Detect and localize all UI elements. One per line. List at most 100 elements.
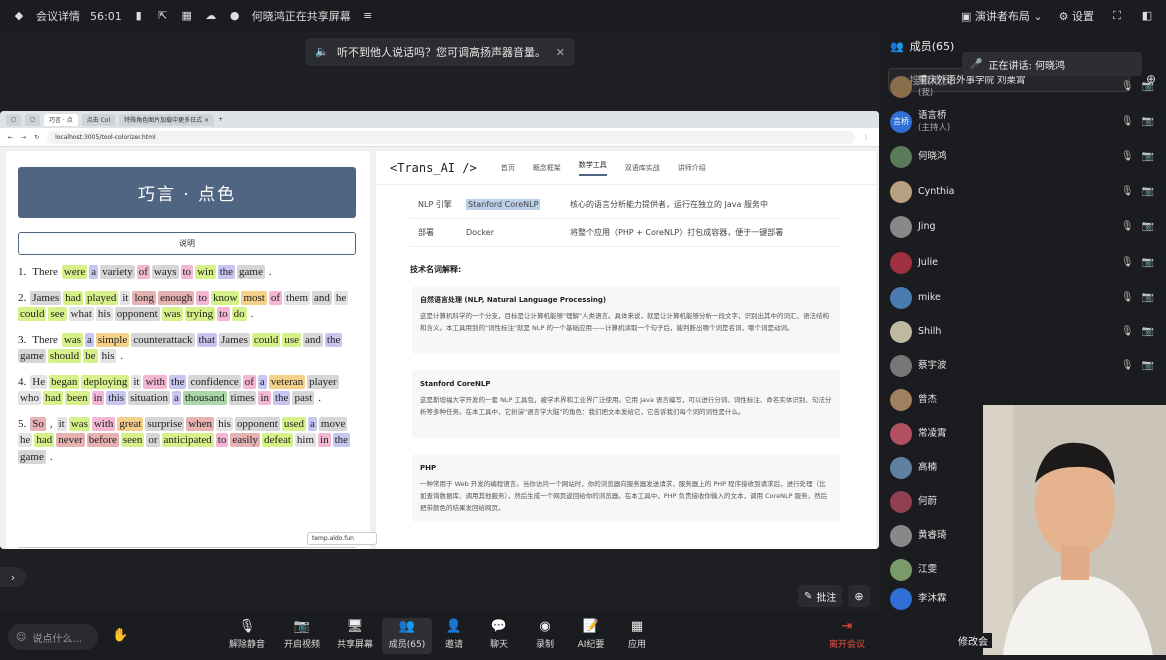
close-icon[interactable]: ✕ bbox=[556, 46, 565, 59]
member-info: Jing bbox=[918, 221, 936, 232]
member-row[interactable]: 蔡宇波 🎙 📷 bbox=[880, 349, 1166, 382]
camera-off-icon: 📷 bbox=[1141, 116, 1154, 127]
member-row[interactable]: Julie 🎙 📷 bbox=[880, 246, 1166, 279]
start-video-button[interactable]: 📷 开启视频 bbox=[277, 618, 327, 651]
member-row[interactable]: Shilh 🎙 📷 bbox=[880, 315, 1166, 348]
annotate-button[interactable]: ✎ 批注 bbox=[798, 585, 843, 607]
avatar bbox=[890, 75, 912, 98]
pos-token: could bbox=[18, 307, 47, 321]
table-row: NLP 引擎 Stanford CoreNLP 核心的语言分析能力提供者，运行在… bbox=[410, 191, 840, 219]
layout-button[interactable]: ▣ 演讲者布局 ⌄ bbox=[961, 8, 1043, 24]
pos-token: times bbox=[228, 391, 257, 405]
card-body: 这是斯坦福大学开发的一套 NLP 工具包，被学术界和工业界广泛使用。它用 Jav… bbox=[420, 396, 832, 416]
avatar bbox=[890, 490, 912, 513]
translate-icon[interactable]: ⋮ bbox=[863, 134, 869, 141]
browser-tab-active[interactable]: 巧言 · 点 bbox=[43, 113, 78, 126]
members-button[interactable]: 👥 成员(65) bbox=[382, 618, 432, 654]
unmute-button[interactable]: 🎙 解除静音 bbox=[222, 618, 272, 651]
nav-home[interactable]: 首页 bbox=[501, 163, 515, 173]
card-title: PHP bbox=[420, 464, 437, 472]
pos-token: to bbox=[217, 307, 230, 321]
raise-hand-icon[interactable]: ✋ bbox=[112, 628, 128, 643]
browser-tab[interactable]: ◻ bbox=[6, 113, 21, 126]
table-cell: Stanford CoreNLP bbox=[466, 199, 570, 210]
member-name: Cynthia bbox=[918, 186, 955, 197]
grid-icon[interactable]: ▦ bbox=[180, 9, 194, 23]
sentence: 3. There was a simple counterattack that James c… bbox=[18, 332, 358, 365]
sentence-number: 4. bbox=[18, 375, 27, 388]
member-info: 李沐霖 bbox=[918, 593, 947, 604]
leave-meeting-button[interactable]: ⇥ 离开会议 bbox=[822, 618, 872, 651]
expand-icon[interactable]: › bbox=[0, 567, 26, 587]
signal-icon[interactable]: ▮ bbox=[132, 9, 146, 23]
pos-token: his bbox=[216, 416, 233, 431]
back-icon[interactable]: ← bbox=[8, 134, 13, 141]
member-role: (主持人) bbox=[918, 123, 951, 133]
ai-notes-button[interactable]: 📝 AI纪要 bbox=[566, 618, 616, 651]
sentence-number: 5. bbox=[18, 417, 27, 430]
toolbar-label: 录制 bbox=[535, 640, 554, 650]
toolbar-label: 共享屏幕 bbox=[336, 640, 373, 650]
member-row[interactable]: Cynthia 🎙 📷 bbox=[880, 175, 1166, 208]
url-input[interactable]: localhost:3005/tool-colorizer.html bbox=[47, 130, 855, 144]
settings-label: 设置 bbox=[1072, 10, 1094, 23]
record-button[interactable]: ◉ 录制 bbox=[520, 618, 570, 651]
member-info: 语言桥 (主持人) bbox=[918, 110, 950, 133]
emoji-icon: ☺ bbox=[16, 631, 27, 643]
share-screen-button[interactable]: 🖥 共享屏幕 bbox=[330, 618, 380, 651]
toolbar-label: 应用 bbox=[627, 640, 646, 650]
pos-token: in bbox=[91, 391, 105, 405]
glossary-heading: 技术名词解释: bbox=[410, 265, 462, 274]
sidebar-toggle-icon[interactable]: ◧ bbox=[1140, 9, 1154, 23]
fullscreen-icon[interactable]: ⛶ bbox=[1110, 9, 1124, 23]
sentence-number: 1. bbox=[18, 266, 27, 278]
nav-tools[interactable]: 数学工具 bbox=[578, 160, 607, 176]
pos-token: , bbox=[49, 417, 53, 430]
camera-off-icon: 📷 bbox=[1141, 221, 1154, 232]
forward-icon[interactable]: → bbox=[21, 134, 26, 141]
member-info: 曾杰 bbox=[918, 394, 937, 405]
highlighted-text: Stanford CoreNLP bbox=[466, 199, 541, 210]
member-info: Shilh bbox=[918, 326, 941, 337]
member-row[interactable]: 言桥 语言桥 (主持人) 🎙 📷 bbox=[880, 105, 1166, 138]
avatar bbox=[890, 251, 912, 274]
glossary-card: Stanford CoreNLP 这是斯坦福大学开发的一套 NLP 工具包，被学… bbox=[412, 370, 840, 438]
settings-button[interactable]: ⚙ 设置 bbox=[1059, 8, 1094, 24]
shared-screen: ◻ ◻ 巧言 · 点 点击 Col 特殊角色图片加载中更多日式 × + ← → … bbox=[0, 111, 879, 549]
reload-icon[interactable]: ↻ bbox=[34, 134, 39, 141]
browser-tab[interactable]: 点击 Col bbox=[81, 113, 116, 126]
table-cell: 核心的语言分析能力提供者，运行在独立的 Java 服务中 bbox=[570, 200, 768, 209]
browser-tab[interactable]: ◻ bbox=[24, 113, 40, 126]
share-link-icon[interactable]: ⇱ bbox=[156, 9, 170, 23]
pos-token: deploying bbox=[81, 374, 130, 389]
sharing-menu-icon[interactable]: ≡ bbox=[361, 9, 375, 23]
chat-button[interactable]: 💬 聊天 bbox=[474, 618, 524, 651]
meeting-info-button[interactable]: 会议详情 bbox=[36, 8, 80, 24]
pos-token: to bbox=[215, 433, 229, 447]
pos-token: surprise bbox=[145, 416, 185, 431]
sentence-number: 2. bbox=[18, 291, 27, 304]
self-video[interactable] bbox=[983, 405, 1166, 655]
explain-button[interactable]: 说明 bbox=[18, 232, 356, 255]
share-screen-icon: 🖥 bbox=[346, 618, 364, 634]
pos-token: the bbox=[169, 374, 187, 389]
docs-nav: <Trans_AI /> 首页 概念框架 数学工具 双语库实战 讲师介绍 bbox=[376, 151, 876, 185]
ai-notes-icon: 📝 bbox=[582, 618, 600, 634]
member-row[interactable]: 何晓鸿 🎙 📷 bbox=[880, 140, 1166, 173]
browser-tab[interactable]: 特殊角色图片加载中更多日式 × bbox=[119, 113, 215, 126]
nav-framework[interactable]: 概念框架 bbox=[533, 163, 561, 173]
member-row[interactable]: Jing 🎙 📷 bbox=[880, 210, 1166, 243]
cloud-icon[interactable]: ☁ bbox=[204, 9, 218, 23]
member-info: 高楠 bbox=[918, 462, 937, 473]
invite-icon: 👤 bbox=[445, 618, 463, 634]
nav-corpus[interactable]: 双语库实战 bbox=[625, 163, 660, 173]
sentence-list: 1. There were a variety of ways to win the game. 2.… bbox=[18, 264, 358, 474]
member-row[interactable]: mike 🎙 📷 bbox=[880, 281, 1166, 314]
zoom-icon[interactable]: ⊕ bbox=[848, 585, 870, 607]
nav-lecturers[interactable]: 讲师介绍 bbox=[678, 163, 706, 173]
invite-button[interactable]: 👤 邀请 bbox=[429, 618, 479, 651]
new-tab-icon[interactable]: + bbox=[218, 116, 223, 123]
apps-button[interactable]: ▦ 应用 bbox=[612, 618, 662, 651]
pos-token: game bbox=[18, 349, 46, 363]
chat-input[interactable]: ☺ 说点什么... bbox=[8, 624, 98, 650]
